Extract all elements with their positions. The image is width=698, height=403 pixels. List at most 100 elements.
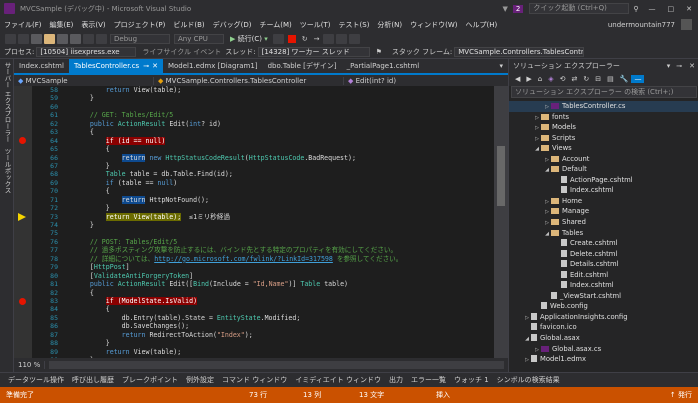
code-line[interactable]: }: [74, 221, 494, 229]
tree-item[interactable]: Delete.cshtml: [509, 249, 698, 260]
breakpoint-icon[interactable]: [19, 137, 26, 145]
tool-tab[interactable]: エラー一覧: [407, 375, 450, 385]
tree-item[interactable]: ▷ Scripts: [509, 133, 698, 144]
tree-item[interactable]: ◢ Tables: [509, 228, 698, 239]
code-line[interactable]: }: [74, 339, 494, 347]
code-line[interactable]: return View(table);: [74, 348, 494, 356]
user-name[interactable]: undermountain777: [608, 21, 675, 29]
tree-item[interactable]: ▷ Global.asax.cs: [509, 344, 698, 355]
quick-launch-input[interactable]: クイック起動 (Ctrl+Q): [529, 3, 630, 14]
tree-item[interactable]: ▷ Manage: [509, 206, 698, 217]
refresh-icon[interactable]: ↻: [580, 75, 592, 83]
pin-icon[interactable]: ⊸: [143, 62, 149, 70]
tree-item[interactable]: Details.cshtml: [509, 259, 698, 270]
tree-item[interactable]: ◢ Default: [509, 164, 698, 175]
maximize-button[interactable]: □: [662, 5, 681, 13]
tree-item[interactable]: ◢ Global.asax: [509, 333, 698, 344]
doc-tab-dbo-table[interactable]: dbo.Table [デザイン]: [263, 59, 342, 73]
code-line[interactable]: if (id == null): [74, 136, 494, 145]
step-out-icon[interactable]: [349, 33, 361, 44]
notifications-badge[interactable]: 2: [512, 4, 524, 13]
thread-select[interactable]: [14328] ワーカー スレッド: [257, 46, 370, 57]
breakpoint-icon[interactable]: [19, 297, 26, 305]
menu-help[interactable]: ヘルプ(H): [462, 20, 502, 30]
tree-item[interactable]: ▷ Models: [509, 122, 698, 133]
solution-search-input[interactable]: ソリューション エクスプローラー の検索 (Ctrl+;): [511, 86, 697, 98]
back-icon[interactable]: [5, 33, 16, 44]
code-line[interactable]: db.Entry(table).State = EntityState.Modi…: [74, 314, 494, 322]
avatar[interactable]: [681, 19, 692, 30]
minimize-button[interactable]: —: [643, 5, 662, 13]
code-line[interactable]: Table table = db.Table.Find(id);: [74, 170, 494, 178]
code-line[interactable]: // GET: Tables/Edit/5: [74, 111, 494, 119]
menu-view[interactable]: 表示(V): [77, 20, 109, 30]
forward-icon[interactable]: [18, 33, 29, 44]
filter-icon[interactable]: ▼: [503, 5, 508, 13]
doc-tab-tablescontroller[interactable]: TablesController.cs ⊸ ✕: [68, 59, 163, 73]
code-line[interactable]: public ActionResult Edit(int? id): [74, 120, 494, 128]
code-line[interactable]: [HttpPost]: [74, 263, 494, 271]
continue-button[interactable]: ▶ 続行(C) ▾: [230, 34, 268, 44]
lifecycle-events-button[interactable]: ライフサイクル イベント: [142, 47, 221, 57]
code-line[interactable]: public ActionResult Edit([Bind(Include =…: [74, 280, 494, 288]
vertical-scrollbar[interactable]: [494, 86, 508, 358]
code-line[interactable]: [74, 103, 494, 111]
close-tab-icon[interactable]: ✕: [152, 62, 158, 70]
code-line[interactable]: }: [74, 162, 494, 170]
horizontal-scrollbar[interactable]: [49, 361, 504, 369]
tree-item[interactable]: Index.cshtml: [509, 185, 698, 196]
tree-item[interactable]: Edit.cshtml: [509, 270, 698, 281]
code-line[interactable]: return View(table);: [74, 86, 494, 94]
tool-tab[interactable]: 呼び出し履歴: [68, 375, 118, 385]
flag-icon[interactable]: ⚑: [376, 48, 382, 56]
open-icon[interactable]: [44, 33, 55, 44]
code-line[interactable]: return new HttpStatusCodeResult(HttpStat…: [74, 153, 494, 162]
tab-dropdown-icon[interactable]: ▾: [499, 62, 508, 70]
code-line[interactable]: return RedirectToAction("Index");: [74, 331, 494, 339]
history-icon[interactable]: ⟲: [557, 75, 569, 83]
tool-tab[interactable]: 出力: [385, 375, 407, 385]
step-into-icon[interactable]: [323, 33, 335, 44]
tool-tab[interactable]: シンボルの検索結果: [493, 375, 564, 385]
back-icon[interactable]: ◀: [512, 75, 523, 83]
vs-icon[interactable]: ◈: [545, 75, 556, 83]
project-nav-select[interactable]: ◆ MVCSample: [14, 76, 154, 85]
doc-tab-index-cshtml[interactable]: Index.cshtml: [14, 59, 69, 73]
close-button[interactable]: ✕: [680, 5, 698, 13]
show-next-statement-icon[interactable]: →: [314, 35, 320, 43]
tree-item[interactable]: ActionPage.cshtml: [509, 175, 698, 186]
code-line[interactable]: // 過多ポスティング攻撃を防止するには、バインド先とする特定のプロパティを有効…: [74, 246, 494, 254]
collapse-all-icon[interactable]: ⊟: [592, 75, 604, 83]
menu-team[interactable]: チーム(M): [255, 20, 295, 30]
process-select[interactable]: [10504] iisexpress.exe: [36, 46, 137, 57]
code-line[interactable]: }: [74, 94, 494, 102]
tree-item[interactable]: ▷ Account: [509, 154, 698, 165]
publish-button[interactable]: ↑ 発行: [670, 390, 692, 400]
search-icon[interactable]: ⚲: [633, 5, 638, 13]
menu-build[interactable]: ビルド(B): [169, 20, 208, 30]
menu-file[interactable]: ファイル(F): [0, 20, 46, 30]
tool-tab[interactable]: データツール操作: [4, 375, 68, 385]
tree-item[interactable]: ▷ Model1.edmx: [509, 354, 698, 365]
platform-select[interactable]: Any CPU: [174, 33, 224, 44]
menu-project[interactable]: プロジェクト(P): [110, 20, 170, 30]
tool-tab[interactable]: ウォッチ 1: [450, 375, 493, 385]
menu-tools[interactable]: ツール(T): [296, 20, 335, 30]
preview-icon[interactable]: —: [631, 75, 645, 83]
code-line[interactable]: return View(table); ≤1ミリ秒経過: [74, 212, 494, 221]
stack-frame-select[interactable]: MVCSample.Controllers.TablesController.E…: [454, 46, 585, 57]
tree-item[interactable]: _ViewStart.cshtml: [509, 291, 698, 302]
sync-icon[interactable]: ⇄: [569, 75, 581, 83]
member-nav-select[interactable]: ◆ Edit(int? id): [344, 77, 396, 85]
tree-item[interactable]: Create.cshtml: [509, 238, 698, 249]
restart-icon[interactable]: ↻: [302, 35, 308, 43]
tree-item[interactable]: ▷ Home: [509, 196, 698, 207]
tool-tab[interactable]: ブレークポイント: [118, 375, 182, 385]
expand-icon[interactable]: ▷: [523, 355, 531, 366]
tree-item[interactable]: ▷ TablesController.cs: [509, 101, 698, 112]
code-line[interactable]: {: [74, 305, 494, 313]
code-line[interactable]: [74, 229, 494, 237]
menu-analyze[interactable]: 分析(N): [373, 20, 406, 30]
menu-debug[interactable]: デバッグ(D): [209, 20, 256, 30]
code-line[interactable]: {: [74, 145, 494, 153]
